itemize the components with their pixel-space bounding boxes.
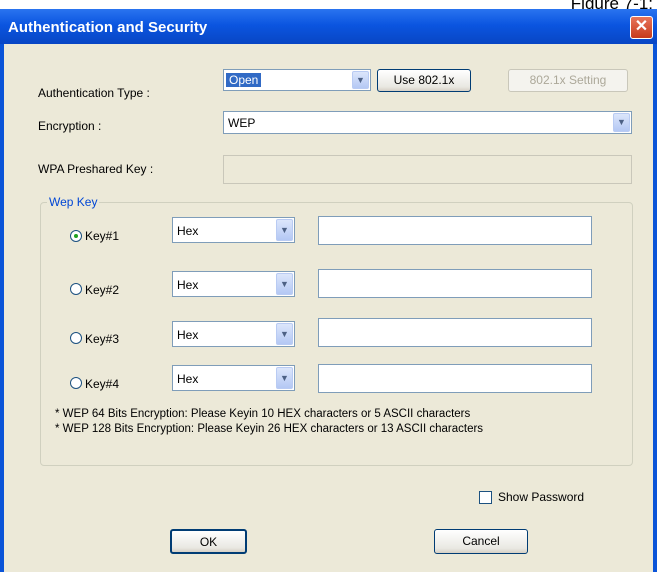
key1-radio[interactable] xyxy=(70,230,82,242)
chevron-down-icon[interactable]: ▼ xyxy=(352,71,369,89)
key1-format-value: Hex xyxy=(177,224,199,238)
chevron-down-icon[interactable]: ▼ xyxy=(276,219,293,241)
close-icon: ✕ xyxy=(634,18,649,35)
key1-label: Key#1 xyxy=(85,229,120,243)
auth-security-dialog: Authentication and Security ✕ Authentica… xyxy=(0,9,657,572)
ok-button[interactable]: OK xyxy=(170,529,247,554)
key3-input[interactable] xyxy=(318,318,592,347)
auth-type-value: Open xyxy=(226,73,262,87)
key3-radio[interactable] xyxy=(70,332,82,344)
8021x-setting-button[interactable]: 802.1x Setting xyxy=(508,69,628,92)
encryption-value: WEP xyxy=(228,116,256,130)
wep-key-group-title: Wep Key xyxy=(47,195,100,209)
show-password-label: Show Password xyxy=(498,490,585,504)
wep-128-note: * WEP 128 Bits Encryption: Please Keyin … xyxy=(55,423,484,435)
key1-input[interactable] xyxy=(318,216,592,245)
encryption-select[interactable]: WEP ▼ xyxy=(223,111,632,134)
key3-format-value: Hex xyxy=(177,328,199,342)
chevron-down-icon[interactable]: ▼ xyxy=(613,113,630,132)
key2-input[interactable] xyxy=(318,269,592,298)
key4-label: Key#4 xyxy=(85,377,120,391)
key1-format-select[interactable]: Hex ▼ xyxy=(172,217,295,243)
wep-64-note: * WEP 64 Bits Encryption: Please Keyin 1… xyxy=(55,408,471,420)
encryption-label: Encryption : xyxy=(38,119,102,133)
radio-selected-dot xyxy=(74,234,78,238)
show-password-checkbox[interactable] xyxy=(479,491,492,504)
use-8021x-button[interactable]: Use 802.1x xyxy=(377,69,471,92)
key3-label: Key#3 xyxy=(85,332,120,346)
close-button[interactable]: ✕ xyxy=(630,16,653,39)
key2-radio[interactable] xyxy=(70,283,82,295)
dialog-body: Authentication Type : Open ▼ Use 802.1x … xyxy=(4,44,653,572)
key3-format-select[interactable]: Hex ▼ xyxy=(172,321,295,347)
key4-radio[interactable] xyxy=(70,377,82,389)
wpa-key-input[interactable] xyxy=(223,155,632,184)
wep-key-group: Wep Key Key#1 Hex ▼ Key#2 Hex ▼ Key#3 He… xyxy=(40,195,633,466)
chevron-down-icon[interactable]: ▼ xyxy=(276,273,293,295)
key4-format-select[interactable]: Hex ▼ xyxy=(172,365,295,391)
key4-input[interactable] xyxy=(318,364,592,393)
wpa-key-label: WPA Preshared Key : xyxy=(38,162,154,176)
auth-type-select[interactable]: Open ▼ xyxy=(223,69,371,91)
chevron-down-icon[interactable]: ▼ xyxy=(276,323,293,345)
title-bar: Authentication and Security ✕ xyxy=(0,9,657,44)
key4-format-value: Hex xyxy=(177,372,199,386)
key2-format-value: Hex xyxy=(177,278,199,292)
auth-type-label: Authentication Type : xyxy=(38,86,150,100)
chevron-down-icon[interactable]: ▼ xyxy=(276,367,293,389)
cancel-button[interactable]: Cancel xyxy=(434,529,528,554)
key2-format-select[interactable]: Hex ▼ xyxy=(172,271,295,297)
key2-label: Key#2 xyxy=(85,283,120,297)
window-title: Authentication and Security xyxy=(8,19,208,36)
